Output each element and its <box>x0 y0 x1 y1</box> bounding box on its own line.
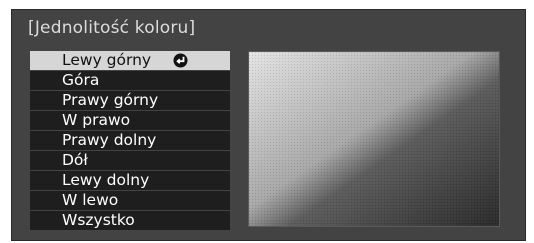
menu-item-bottom-left[interactable]: Lewy dolny <box>30 171 230 190</box>
menu-item-label: Lewy górny <box>62 51 152 69</box>
menu-item-label: Wszystko <box>62 211 135 229</box>
menu-item-left[interactable]: W lewo <box>30 191 230 210</box>
menu-item-top-right[interactable]: Prawy górny <box>30 91 230 110</box>
position-menu: Lewy górny Góra Prawy górny W prawo Praw… <box>30 51 230 231</box>
menu-item-label: Prawy górny <box>62 91 159 109</box>
uniformity-preview-image <box>248 51 500 227</box>
menu-item-right[interactable]: W prawo <box>30 111 230 130</box>
menu-item-label: Góra <box>62 71 100 89</box>
menu-item-bottom-right[interactable]: Prawy dolny <box>30 131 230 150</box>
menu-item-label: Lewy dolny <box>62 171 150 189</box>
menu-item-label: W prawo <box>62 111 131 129</box>
enter-icon <box>173 53 188 68</box>
menu-item-bottom[interactable]: Dół <box>30 151 230 170</box>
menu-item-label: Prawy dolny <box>62 131 157 149</box>
menu-item-label: W lewo <box>62 191 119 209</box>
menu-item-label: Dół <box>62 151 88 169</box>
dialog-title: [Jednolitość koloru] <box>28 18 196 38</box>
projector-osd-screen: [Jednolitość koloru] Lewy górny Góra Pra… <box>0 0 534 243</box>
menu-item-top[interactable]: Góra <box>30 71 230 90</box>
preview-dither <box>249 52 499 226</box>
menu-item-top-left[interactable]: Lewy górny <box>30 51 230 70</box>
menu-item-all[interactable]: Wszystko <box>30 211 230 230</box>
